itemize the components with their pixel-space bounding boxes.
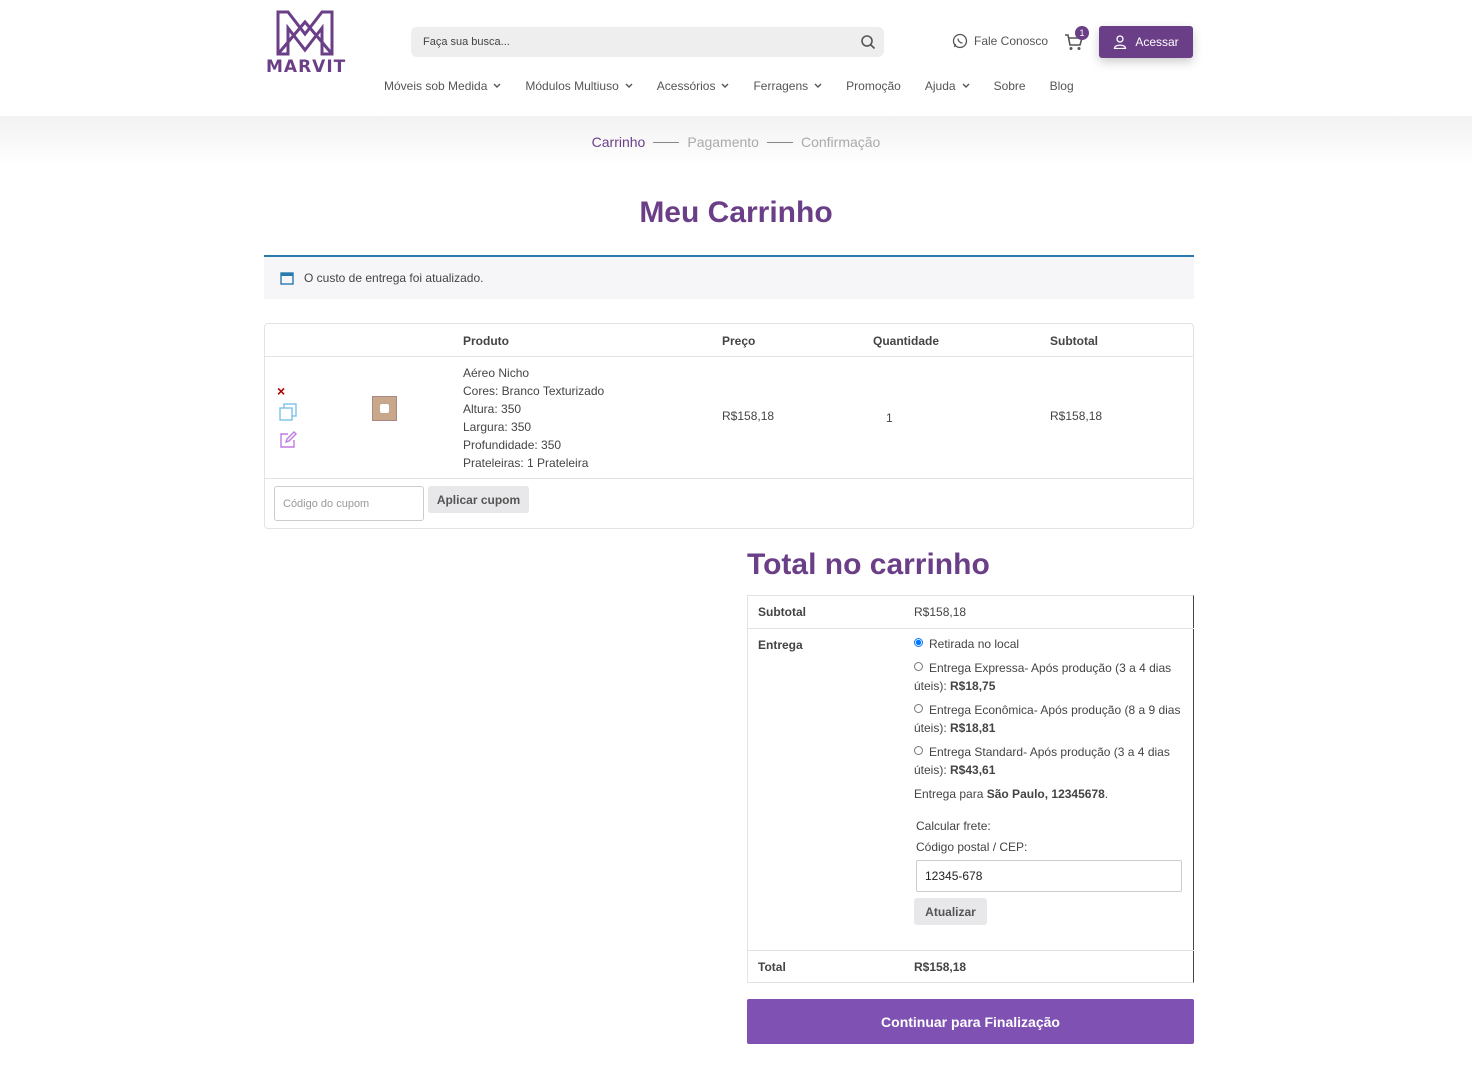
nav-item-modulos-multiuso[interactable]: Módulos Multiuso [525, 79, 633, 93]
subtotal-label: Subtotal [758, 605, 806, 619]
shipping-option-pickup[interactable]: Retirada no local [914, 635, 1184, 653]
ship-to-suffix: . [1104, 787, 1109, 801]
contact-link[interactable]: Fale Conosco [952, 33, 1048, 49]
ship-to-text: Entrega para São Paulo, 12345678. [914, 785, 1184, 803]
product-option-depth: Profundidade: 350 [463, 438, 562, 452]
radio-express[interactable] [914, 662, 923, 671]
product-option-color: Cores: Branco Texturizado [463, 384, 605, 398]
user-icon [1114, 35, 1127, 49]
login-button[interactable]: Acessar [1099, 26, 1193, 58]
remove-item-button[interactable]: × [277, 383, 285, 399]
nav-item-ferragens[interactable]: Ferragens [753, 79, 822, 93]
nav-label: Ajuda [924, 79, 956, 93]
nav-label: Promoção [846, 79, 901, 93]
nav-item-promocao[interactable]: Promoção [846, 79, 901, 93]
total-value: R$158,18 [914, 960, 967, 974]
nav-item-acessorios[interactable]: Acessórios [657, 79, 730, 93]
step-divider [766, 141, 793, 143]
cep-label: Código postal / CEP: [916, 840, 1028, 854]
search-bar [411, 27, 884, 57]
cart-totals-table: Subtotal R$158,18 Entrega Retirada no lo… [747, 595, 1194, 983]
login-label: Acessar [1135, 35, 1179, 49]
product-details: Aéreo Nicho Cores: Branco Texturizado Al… [463, 364, 604, 472]
total-label: Total [758, 960, 786, 974]
calendar-icon [280, 272, 294, 285]
calc-shipping-label[interactable]: Calcular frete: [916, 819, 991, 833]
contact-label: Fale Conosco [974, 34, 1049, 48]
shipping-option-express[interactable]: Entrega Expressa- Após produção (3 a 4 d… [914, 659, 1184, 695]
item-quantity: 1 [886, 411, 893, 425]
header-price: Preço [722, 334, 756, 348]
shipping-label: Entrega [758, 638, 803, 652]
nav-item-blog[interactable]: Blog [1050, 79, 1074, 93]
header-quantity: Quantidade [873, 334, 940, 348]
main-nav: Móveis sob Medida Módulos Multiuso Acess… [384, 79, 1074, 93]
ship-to-location: São Paulo, 12345678 [986, 787, 1105, 801]
step-confirmacao: Confirmação [800, 134, 881, 150]
total-row: Total R$158,18 [748, 951, 1194, 984]
proceed-to-checkout-button[interactable]: Continuar para Finalização [747, 999, 1194, 1044]
radio-pickup[interactable] [914, 638, 923, 647]
nav-item-sobre[interactable]: Sobre [994, 79, 1026, 93]
ship-to-prefix: Entrega para [914, 787, 987, 801]
nav-label: Sobre [993, 79, 1026, 93]
nav-label: Acessórios [656, 79, 716, 93]
option-label: Retirada no local [929, 637, 1020, 651]
apply-coupon-button[interactable]: Aplicar cupom [428, 486, 529, 513]
whatsapp-icon [952, 33, 968, 49]
step-divider [653, 141, 680, 143]
radio-standard[interactable] [914, 746, 923, 755]
option-price: R$18,75 [950, 679, 996, 693]
subtotal-value: R$158,18 [914, 605, 967, 619]
shipping-option-standard[interactable]: Entrega Standard- Após produção (3 a 4 d… [914, 743, 1184, 779]
duplicate-icon[interactable] [279, 403, 297, 421]
header-product: Produto [463, 334, 509, 348]
notice-text: O custo de entrega foi atualizado. [304, 271, 484, 285]
item-subtotal: R$158,18 [1050, 409, 1103, 423]
chevron-down-icon [962, 83, 970, 88]
item-price: R$158,18 [722, 409, 775, 423]
product-option-width: Largura: 350 [463, 420, 532, 434]
option-price: R$18,81 [950, 721, 996, 735]
nav-item-moveis-sob-medida[interactable]: Móveis sob Medida [384, 79, 501, 93]
option-price: R$43,61 [950, 763, 996, 777]
table-row: × Aéreo Nicho Cores: Branco Texturizado … [265, 357, 1193, 479]
cart-totals-title: Total no carrinho [747, 548, 990, 581]
radio-economica[interactable] [914, 704, 923, 713]
chevron-down-icon [625, 83, 633, 88]
checkout-steps: Carrinho Pagamento Confirmação [0, 134, 1472, 150]
brand-name[interactable]: MARVIT [266, 57, 346, 77]
shipping-updated-notice: O custo de entrega foi atualizado. [264, 255, 1194, 299]
cep-input[interactable] [916, 860, 1182, 892]
update-shipping-button[interactable]: Atualizar [914, 898, 987, 925]
product-thumbnail[interactable] [372, 396, 397, 421]
step-pagamento: Pagamento [687, 134, 759, 150]
subtotal-row: Subtotal R$158,18 [748, 596, 1194, 629]
shipping-option-economica[interactable]: Entrega Econômica- Após produção (8 a 9 … [914, 701, 1184, 737]
cart-table: Produto Preço Quantidade Subtotal × Aére… [264, 323, 1194, 529]
coupon-input[interactable] [274, 486, 424, 521]
edit-icon[interactable] [279, 431, 297, 449]
cart-count-badge: 1 [1075, 26, 1089, 40]
search-input[interactable] [411, 27, 831, 57]
coupon-row: Aplicar cupom [265, 479, 1193, 529]
chevron-down-icon [814, 83, 822, 88]
chevron-down-icon [493, 83, 501, 88]
product-option-shelves: Prateleiras: 1 Prateleira [463, 456, 589, 470]
cart-table-header: Produto Preço Quantidade Subtotal [265, 324, 1193, 357]
nav-label: Móveis sob Medida [384, 79, 488, 93]
page-title: Meu Carrinho [639, 196, 833, 229]
nav-item-ajuda[interactable]: Ajuda [925, 79, 970, 93]
product-option-height: Altura: 350 [463, 402, 522, 416]
shipping-row: Entrega Retirada no local Entrega Expres… [748, 629, 1194, 951]
nav-label: Módulos Multiuso [525, 79, 619, 93]
site-header: MARVIT Fale Conosco 1 Acessar Móveis sob… [0, 0, 1472, 116]
header-subtotal: Subtotal [1050, 334, 1098, 348]
nav-label: Blog [1049, 79, 1074, 93]
step-carrinho[interactable]: Carrinho [592, 134, 646, 150]
product-name[interactable]: Aéreo Nicho [463, 364, 604, 382]
search-icon[interactable] [860, 34, 876, 50]
chevron-down-icon [721, 83, 729, 88]
nav-label: Ferragens [753, 79, 809, 93]
